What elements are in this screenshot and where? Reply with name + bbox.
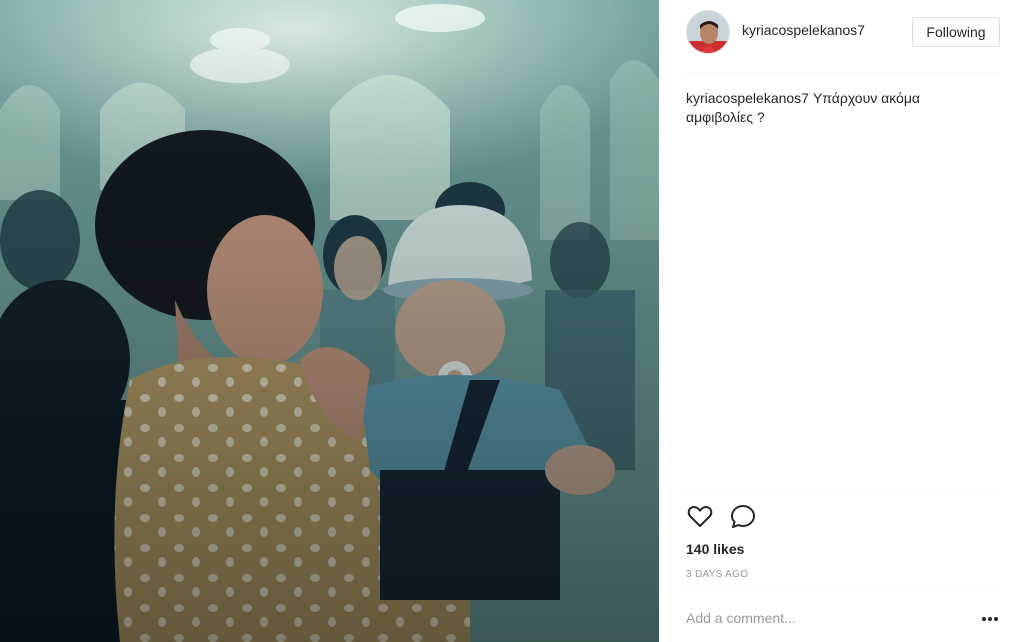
username[interactable]: kyriacospelekanos7 (742, 22, 865, 38)
following-button[interactable]: Following (912, 17, 1000, 47)
post-photo[interactable] (0, 0, 659, 642)
comment-divider (686, 587, 1000, 588)
actions-divider (686, 491, 1000, 492)
post-side-panel: kyriacospelekanos7 Following kyriacospel… (659, 0, 1025, 642)
caption-username[interactable]: kyriacospelekanos7 (686, 90, 809, 106)
comment-row (686, 601, 1000, 637)
comment-input[interactable] (686, 608, 966, 628)
heart-icon[interactable] (686, 502, 714, 530)
post-actions (686, 502, 1000, 532)
avatar-image (687, 11, 729, 53)
ellipsis-icon[interactable] (980, 609, 1000, 629)
post-header: kyriacospelekanos7 Following (686, 10, 1000, 54)
speech-bubble-icon[interactable] (729, 502, 757, 530)
post-date[interactable]: 3 DAYS AGO (686, 569, 748, 580)
caption: kyriacospelekanos7 Υπάρχουν ακόμα αμφιβολ… (686, 89, 986, 127)
avatar[interactable] (686, 10, 730, 54)
header-divider (686, 73, 1000, 74)
likes-count[interactable]: 140 likes (686, 541, 744, 557)
post-photo-image (0, 0, 659, 642)
